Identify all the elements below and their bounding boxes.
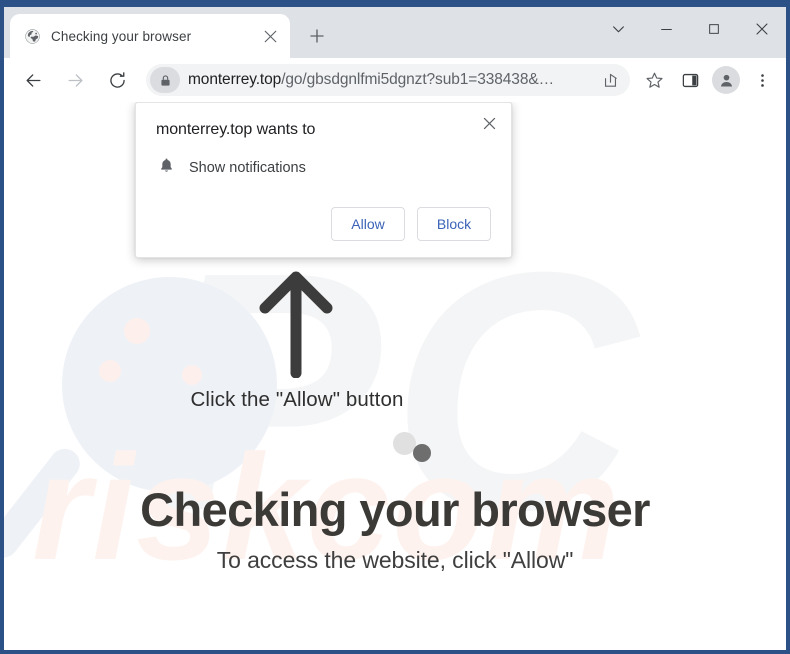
address-bar[interactable]: monterrey.top/go/gbsdgnlfmi5dgnzt?sub1=3… xyxy=(146,64,630,96)
chrome-menu-icon[interactable] xyxy=(746,64,778,96)
page-title: Checking your browser xyxy=(140,483,650,536)
minimize-button[interactable] xyxy=(642,9,690,49)
new-tab-button[interactable] xyxy=(300,19,334,53)
tab-strip: Checking your browser xyxy=(0,0,790,58)
browser-tab[interactable]: Checking your browser xyxy=(10,14,290,58)
bell-icon xyxy=(158,157,175,179)
back-button[interactable] xyxy=(16,63,50,97)
globe-icon xyxy=(24,28,41,45)
side-panel-icon[interactable] xyxy=(674,64,706,96)
tab-search-button[interactable] xyxy=(594,9,642,49)
url-domain: monterrey.top xyxy=(188,71,282,88)
browser-toolbar: monterrey.top/go/gbsdgnlfmi5dgnzt?sub1=3… xyxy=(4,58,786,102)
share-icon[interactable] xyxy=(596,66,624,94)
notification-permission-dialog: monterrey.top wants to Show notification… xyxy=(135,102,512,258)
bookmark-star-icon[interactable] xyxy=(638,64,670,96)
maximize-button[interactable] xyxy=(690,9,738,49)
close-window-button[interactable] xyxy=(738,9,786,49)
reload-button[interactable] xyxy=(100,63,134,97)
tab-title: Checking your browser xyxy=(51,28,192,44)
lock-icon[interactable] xyxy=(150,67,180,93)
page-subtitle: To access the website, click "Allow" xyxy=(216,547,574,573)
loading-dot-dark xyxy=(413,444,431,462)
arrow-up-icon xyxy=(256,268,336,379)
allow-button[interactable]: Allow xyxy=(331,207,405,241)
block-button[interactable]: Block xyxy=(417,207,491,241)
forward-button xyxy=(58,63,92,97)
close-tab-button[interactable] xyxy=(258,24,282,48)
watermark-dot xyxy=(99,360,121,382)
permission-label: Show notifications xyxy=(189,160,306,176)
page-viewport: PC riskcom Click the "Allow" button Chec… xyxy=(4,102,786,650)
watermark-dot xyxy=(182,365,202,385)
dialog-title: monterrey.top wants to xyxy=(156,121,316,138)
url-path: /go/gbsdgnlfmi5dgnzt?sub1=338438&… xyxy=(281,71,554,88)
permission-row: Show notifications xyxy=(156,157,495,179)
browser-window: Checking your browser monterrey.top/go/g… xyxy=(0,0,790,654)
profile-avatar[interactable] xyxy=(710,64,742,96)
dialog-actions: Allow Block xyxy=(156,207,495,243)
click-allow-instruction: Click the "Allow" button xyxy=(190,388,404,411)
loading-dots xyxy=(20,432,786,462)
avatar xyxy=(712,66,740,94)
url-text: monterrey.top/go/gbsdgnlfmi5dgnzt?sub1=3… xyxy=(188,71,596,89)
close-dialog-button[interactable] xyxy=(475,109,503,137)
window-controls xyxy=(594,7,786,51)
